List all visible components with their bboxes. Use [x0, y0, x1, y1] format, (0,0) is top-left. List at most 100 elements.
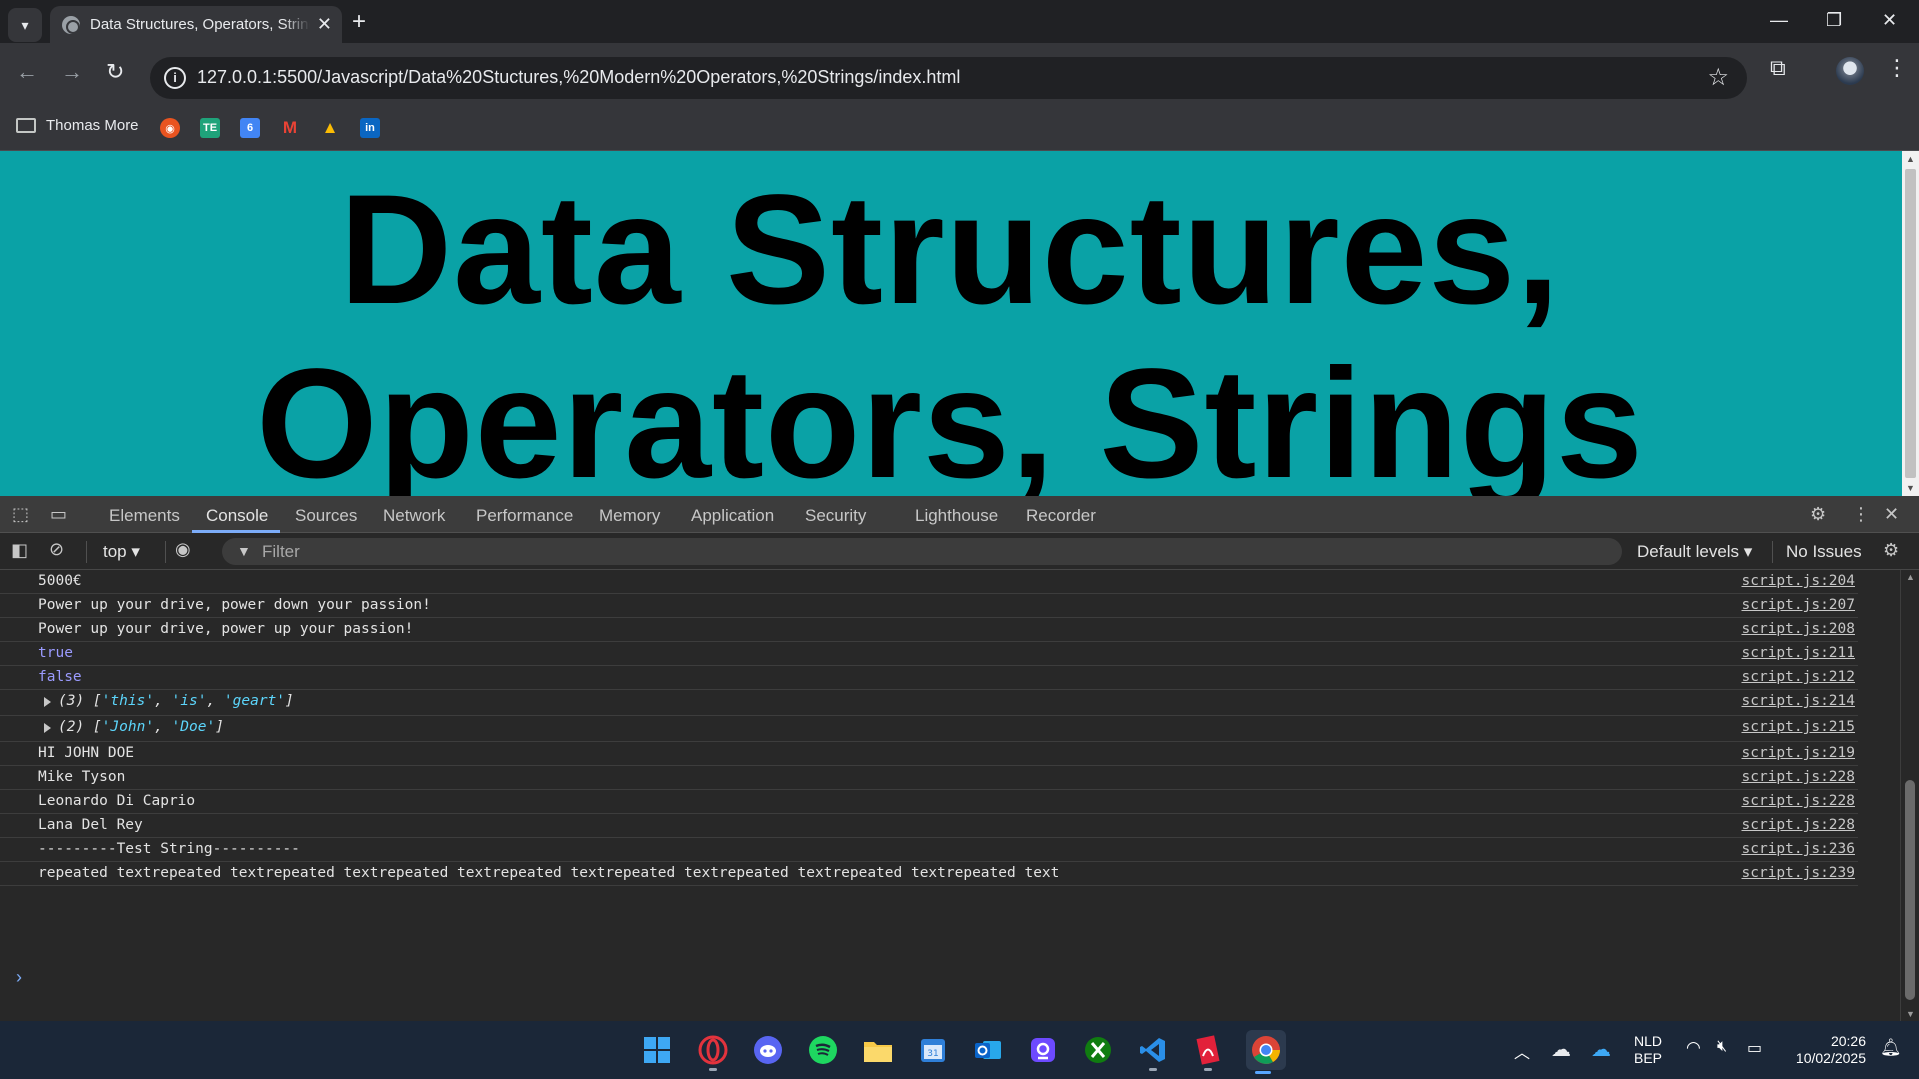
filter-input[interactable]: ▼ Filter — [222, 538, 1622, 565]
bookmark-folder[interactable]: Thomas More — [16, 117, 139, 134]
clear-console-icon[interactable]: ⊘ — [49, 539, 64, 560]
page-scrollbar[interactable]: ▲ ▼ — [1902, 151, 1919, 496]
address-bar[interactable]: i 127.0.0.1:5500/Javascript/Data%20Stuct… — [150, 57, 1747, 99]
inspect-element-icon[interactable]: ⬚ — [12, 504, 29, 525]
tab-performance[interactable]: Performance — [476, 506, 573, 526]
ubuntu-bookmark-icon[interactable]: ◉ — [160, 118, 180, 138]
drive-bookmark-icon[interactable]: ▲ — [320, 118, 340, 138]
tab-application[interactable]: Application — [691, 506, 774, 526]
linkedin-bookmark-icon[interactable]: in — [360, 118, 380, 138]
spotify-icon[interactable] — [806, 1033, 840, 1067]
source-link[interactable]: script.js:219 — [1742, 745, 1856, 761]
site-info-icon[interactable]: i — [164, 67, 186, 89]
source-link[interactable]: script.js:228 — [1742, 769, 1856, 785]
reload-icon[interactable]: ↻ — [106, 61, 124, 83]
source-link[interactable]: script.js:214 — [1742, 693, 1856, 709]
tab-lighthouse[interactable]: Lighthouse — [915, 506, 998, 526]
extensions-icon[interactable]: ⧉ — [1770, 55, 1786, 81]
source-link[interactable]: script.js:239 — [1742, 865, 1856, 881]
log-levels-dropdown[interactable]: Default levels ▾ — [1637, 542, 1752, 562]
proton-icon[interactable] — [1026, 1033, 1060, 1067]
opera-icon[interactable] — [696, 1033, 730, 1071]
windows-taskbar: 31 ︿ ☁ ☁ NLD BEP ◠ 🔇︎ ▭ 20:26 10/02/2025… — [0, 1021, 1919, 1079]
source-link[interactable]: script.js:204 — [1742, 573, 1856, 589]
console-settings-icon[interactable]: ⚙ — [1883, 540, 1899, 561]
browser-tab[interactable]: Data Structures, Operators, Strings ✕ — [50, 6, 342, 43]
clock[interactable]: 20:26 10/02/2025 — [1786, 1033, 1866, 1067]
tab-elements[interactable]: Elements — [109, 506, 180, 526]
gmail-bookmark-icon[interactable]: M — [280, 118, 300, 138]
context-selector[interactable]: top ▾ — [103, 542, 140, 562]
forward-icon[interactable]: → — [61, 61, 83, 83]
menu-kebab-icon[interactable]: ⋮ — [1886, 55, 1908, 81]
calendar-icon[interactable]: 31 — [916, 1033, 950, 1067]
source-link[interactable]: script.js:228 — [1742, 817, 1856, 833]
devtools-menu-icon[interactable]: ⋮ — [1852, 504, 1870, 525]
tab-console[interactable]: Console — [206, 506, 268, 526]
tab-memory[interactable]: Memory — [599, 506, 660, 526]
expand-triangle-icon[interactable] — [44, 697, 51, 707]
tab-security[interactable]: Security — [805, 506, 866, 526]
console-row[interactable]: (2) ['John', 'Doe'] script.js:215 — [0, 716, 1858, 742]
browser-toolbar: ← → ↻ i 127.0.0.1:5500/Javascript/Data%2… — [0, 43, 1919, 103]
source-link[interactable]: script.js:211 — [1742, 645, 1856, 661]
context-label: top — [103, 542, 127, 561]
notification-bell-icon[interactable]: 🔔︎ — [1880, 1038, 1902, 1058]
tab-network[interactable]: Network — [383, 506, 445, 526]
page-scrollbar-thumb[interactable] — [1905, 169, 1916, 478]
settings-gear-icon[interactable]: ⚙ — [1810, 504, 1826, 525]
scroll-up-icon[interactable]: ▲ — [1906, 572, 1915, 582]
acrobat-icon[interactable] — [1191, 1033, 1225, 1071]
console-prompt-icon[interactable]: › — [16, 967, 22, 988]
calendar-bookmark-icon[interactable]: 6 — [240, 118, 260, 138]
close-window-icon[interactable]: ✕ — [1882, 10, 1897, 31]
issues-counter[interactable]: No Issues — [1786, 542, 1862, 562]
source-link[interactable]: script.js:236 — [1742, 841, 1856, 857]
restore-icon[interactable]: ❐ — [1826, 10, 1842, 31]
source-link[interactable]: script.js:212 — [1742, 669, 1856, 685]
console-row: ---------Test String---------- script.js:… — [0, 838, 1858, 862]
close-devtools-icon[interactable]: ✕ — [1884, 504, 1899, 525]
xbox-icon[interactable] — [1081, 1033, 1115, 1067]
windows-start-icon[interactable] — [640, 1033, 674, 1067]
vscode-icon[interactable] — [1136, 1033, 1170, 1071]
console-scrollbar[interactable]: ▲ ▼ — [1900, 570, 1919, 1021]
minimize-icon[interactable]: — — [1770, 10, 1788, 31]
device-toolbar-icon[interactable]: ▭ — [50, 504, 67, 525]
discord-icon[interactable] — [751, 1033, 785, 1067]
url-text[interactable]: 127.0.0.1:5500/Javascript/Data%20Stuctur… — [197, 67, 960, 88]
wifi-icon[interactable]: ◠ — [1686, 1038, 1701, 1058]
new-tab-button[interactable]: + — [352, 9, 366, 35]
scroll-down-icon[interactable]: ▼ — [1906, 1009, 1915, 1019]
console-row[interactable]: (3) ['this', 'is', 'geart'] script.js:214 — [0, 690, 1858, 716]
sidebar-toggle-icon[interactable]: ◧ — [11, 540, 28, 561]
source-link[interactable]: script.js:208 — [1742, 621, 1856, 637]
source-link[interactable]: script.js:215 — [1742, 719, 1856, 735]
show-hidden-icons-chevron-icon[interactable]: ︿ — [1514, 1039, 1530, 1063]
devtools-panel: ⬚ ▭ Elements Console Sources Network Per… — [0, 496, 1919, 1021]
cloud-icon[interactable]: ☁ — [1551, 1037, 1571, 1062]
scroll-up-icon[interactable]: ▲ — [1906, 154, 1915, 164]
source-link[interactable]: script.js:207 — [1742, 597, 1856, 613]
tab-search-button[interactable]: ▾ — [8, 8, 42, 42]
console-scrollbar-thumb[interactable] — [1905, 780, 1915, 1000]
scroll-down-icon[interactable]: ▼ — [1906, 483, 1915, 493]
chrome-icon[interactable] — [1246, 1030, 1286, 1074]
outlook-icon[interactable] — [971, 1033, 1005, 1067]
tab-sources[interactable]: Sources — [295, 506, 357, 526]
avatar[interactable] — [1836, 57, 1864, 85]
source-link[interactable]: script.js:228 — [1742, 793, 1856, 809]
battery-icon[interactable]: ▭ — [1747, 1038, 1762, 1058]
speaker-muted-icon[interactable]: 🔇︎ — [1717, 1038, 1727, 1056]
onedrive-icon[interactable]: ☁ — [1591, 1037, 1611, 1062]
language-indicator[interactable]: NLD BEP — [1634, 1033, 1662, 1067]
live-expression-eye-icon[interactable]: ◉ — [175, 539, 191, 560]
back-icon[interactable]: ← — [16, 61, 38, 83]
te-bookmark-icon[interactable]: TE — [200, 118, 220, 138]
bookmark-star-icon[interactable]: ☆ — [1707, 63, 1729, 92]
filter-placeholder: Filter — [262, 542, 300, 561]
close-tab-icon[interactable]: ✕ — [317, 14, 332, 35]
file-explorer-icon[interactable] — [861, 1033, 895, 1067]
expand-triangle-icon[interactable] — [44, 723, 51, 733]
tab-recorder[interactable]: Recorder — [1026, 506, 1096, 526]
